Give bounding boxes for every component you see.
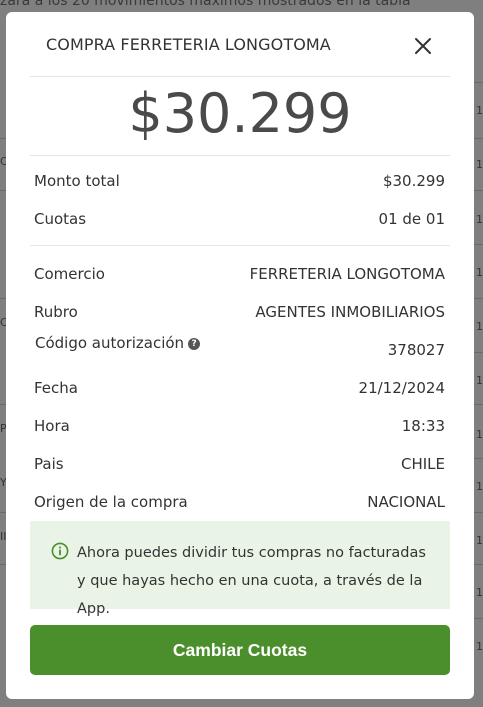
row-value: $30.299 <box>382 172 445 190</box>
row-label: Hora <box>34 417 70 435</box>
detail-row-auth-code: Código autorización? 378027 <box>34 334 445 382</box>
row-label: Rubro <box>34 303 78 321</box>
help-icon[interactable]: ? <box>188 338 201 350</box>
row-label: Monto total <box>34 172 120 190</box>
bg-divider <box>473 564 483 565</box>
bg-glyph: 1 <box>476 534 483 547</box>
detail-row-category: Rubro AGENTES INMOBILIARIOS <box>34 303 445 325</box>
bg-glyph: 1 <box>476 104 483 117</box>
row-value: 01 de 01 <box>378 210 445 228</box>
close-icon <box>415 38 431 54</box>
row-value: CHILE <box>400 455 445 473</box>
row-label: Comercio <box>34 265 105 283</box>
bg-glyph: 1 <box>476 158 483 171</box>
detail-row-time: Hora 18:33 <box>34 417 445 439</box>
row-label: Pais <box>34 455 64 473</box>
row-label-wrap: Código autorización? <box>35 334 201 352</box>
background-right-column: 1 1 1 1 1 1 1 1 1 1 1 <box>473 0 483 707</box>
bg-divider <box>473 512 483 513</box>
amount-display: $30.299 <box>128 82 352 145</box>
divider <box>30 245 450 246</box>
bg-glyph: 1 <box>476 640 483 653</box>
bg-divider <box>473 298 483 299</box>
row-value: 21/12/2024 <box>358 379 445 397</box>
bg-glyph: 1 <box>476 266 483 279</box>
summary-row-installments: Cuotas 01 de 01 <box>34 210 445 232</box>
modal-title: COMPRA FERRETERIA LONGOTOMA <box>46 35 331 54</box>
row-label: Cuotas <box>34 210 87 228</box>
info-text: Ahora puedes dividir tus compras no fact… <box>77 545 426 617</box>
row-value: 378027 <box>387 341 445 359</box>
detail-row-merchant: Comercio FERRETERIA LONGOTOMA <box>34 265 445 287</box>
bg-glyph: 1 <box>476 480 483 493</box>
bg-glyph: 1 <box>476 586 483 599</box>
summary-row-total: Monto total $30.299 <box>34 172 445 194</box>
row-value: NACIONAL <box>367 493 445 511</box>
detail-row-date: Fecha 21/12/2024 <box>34 379 445 401</box>
info-banner: Ahora puedes dividir tus compras no fact… <box>30 521 450 617</box>
bg-divider <box>473 190 483 191</box>
row-value: 18:33 <box>401 417 445 435</box>
bg-divider <box>473 458 483 459</box>
divider <box>30 76 450 77</box>
bg-divider <box>473 618 483 619</box>
detail-row-country: Pais CHILE <box>34 455 445 477</box>
bg-glyph: 1 <box>476 213 483 226</box>
background-top-text: zará a los 20 movimientos máximos mostra… <box>0 0 411 9</box>
bg-divider <box>473 82 483 83</box>
divider <box>30 155 450 156</box>
row-value: FERRETERIA LONGOTOMA <box>249 265 445 283</box>
detail-row-origin: Origen de la compra NACIONAL <box>34 493 445 515</box>
row-label: Origen de la compra <box>34 493 188 511</box>
row-label: Código autorización <box>35 334 185 352</box>
close-button[interactable] <box>412 35 434 57</box>
row-label: Fecha <box>34 379 78 397</box>
transaction-detail-modal: COMPRA FERRETERIA LONGOTOMA $30.299 Mont… <box>6 12 474 699</box>
bg-glyph: 1 <box>476 374 483 387</box>
change-installments-button[interactable]: Cambiar Cuotas <box>30 625 450 675</box>
bg-divider <box>473 138 483 139</box>
bg-glyph: 1 <box>476 428 483 441</box>
row-value: AGENTES INMOBILIARIOS <box>255 303 445 321</box>
bg-divider <box>473 352 483 353</box>
bg-divider <box>473 404 483 405</box>
bg-divider <box>473 244 483 245</box>
info-icon <box>51 542 69 560</box>
bg-glyph: 1 <box>476 320 483 333</box>
